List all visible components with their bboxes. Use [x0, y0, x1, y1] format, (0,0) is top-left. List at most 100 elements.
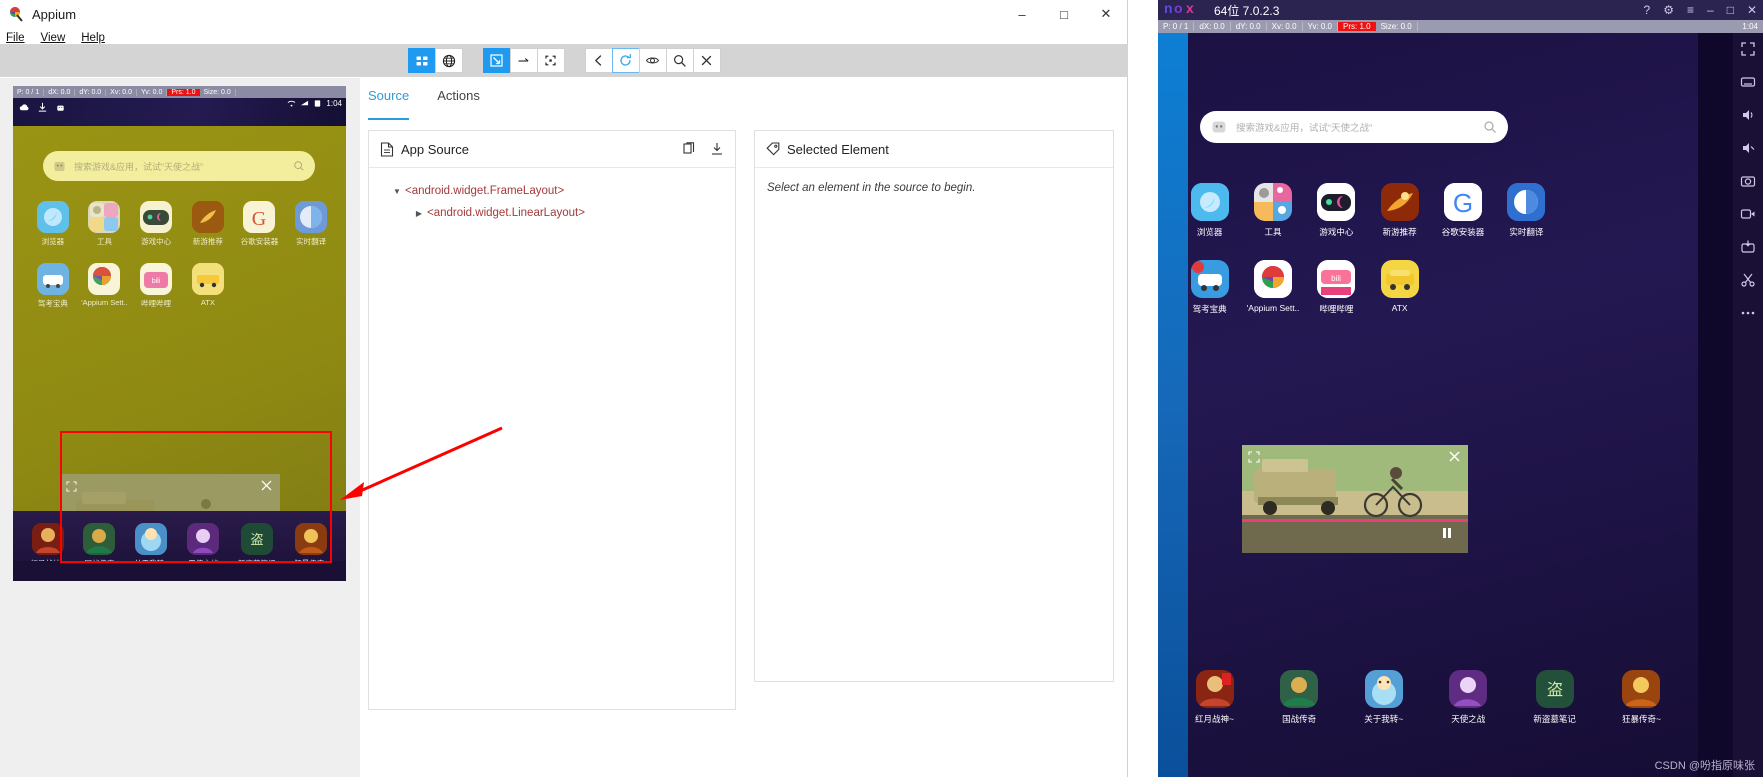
tab-actions[interactable]: Actions	[437, 88, 480, 120]
source-tree-node-framelayout[interactable]: ▼ <android.widget.FrameLayout>	[379, 180, 725, 202]
nox-app-browser[interactable]: 浏览器	[1178, 183, 1241, 238]
game-hongyue-icon	[1195, 670, 1234, 708]
menu-help-label: Help	[81, 32, 105, 44]
nox-dock-app-tomb[interactable]: 盗 新盗墓笔记	[1533, 670, 1576, 725]
nox-app-translate[interactable]: 实时翻译	[1495, 183, 1558, 238]
nox-stat-yv: Yv: 0.0	[1303, 22, 1339, 31]
fullscreen-icon[interactable]	[1738, 39, 1758, 59]
volume-down-icon[interactable]	[1738, 138, 1758, 158]
android-home-screen[interactable]: 搜索游戏&应用，试试“天使之战” 浏览器 工具 游戏中心 新游推荐 G 谷歌安装…	[13, 126, 346, 581]
nox-android-screen[interactable]: 搜索游戏&应用，试试“天使之战” 浏览器 工具 游戏中心 新游推荐 G 谷歌安装…	[1158, 33, 1698, 777]
nox-app-driving-test[interactable]: 驾考宝典	[1178, 260, 1241, 315]
menu-help[interactable]: Help	[81, 32, 105, 44]
toolbar-refresh-source[interactable]	[611, 48, 640, 73]
mirror-stat-prs: Prs: 1.0	[167, 88, 200, 96]
nox-dock-app-hongyue[interactable]: 红月战神~	[1195, 670, 1234, 725]
close-x-icon[interactable]	[260, 479, 273, 497]
play-icon[interactable]	[1440, 526, 1454, 545]
minimize-button[interactable]: –	[1001, 0, 1043, 28]
record-icon[interactable]	[1738, 204, 1758, 224]
nox-video-ad[interactable]	[1242, 445, 1468, 553]
android-app-appium-settings[interactable]: 'Appium Sett..	[79, 263, 131, 309]
nox-app-appium-settings[interactable]: 'Appium Sett..	[1241, 260, 1304, 315]
keyboard-icon[interactable]	[1738, 72, 1758, 92]
toolbar-start-recording[interactable]	[638, 48, 667, 73]
nox-title-controls: ? ⚙ ≡ – □ ✕	[1644, 3, 1757, 17]
toolbar-tap-coordinates[interactable]	[536, 48, 565, 73]
menu-view[interactable]: View	[41, 32, 66, 44]
scissors-icon[interactable]	[1738, 270, 1758, 290]
toolbar-select-element[interactable]	[482, 48, 511, 73]
expand-icon[interactable]	[66, 479, 77, 497]
toolbar-layout-grid[interactable]	[407, 48, 436, 73]
nox-app-new-games[interactable]: 新游推荐	[1368, 183, 1431, 238]
nox-app-google-installer[interactable]: G 谷歌安装器	[1431, 183, 1494, 238]
app-label: 工具	[96, 237, 112, 246]
svg-text:bili: bili	[152, 278, 161, 285]
translate-icon	[295, 201, 328, 233]
android-app-new-games[interactable]: 新游推荐	[182, 201, 234, 247]
menu-file[interactable]: File	[6, 32, 25, 44]
android-app-bilibili[interactable]: bili 哔哩哔哩	[130, 263, 182, 309]
nox-minimize-icon[interactable]: –	[1707, 3, 1714, 17]
toolbar-search-element[interactable]	[665, 48, 694, 73]
app-label: 驾考宝典	[1192, 304, 1227, 314]
android-app-translate[interactable]: 实时翻译	[285, 201, 337, 247]
nox-search-bar[interactable]: 搜索游戏&应用，试试“天使之战”	[1200, 111, 1508, 143]
android-status-bar: 1:04	[13, 98, 346, 126]
android-app-tools[interactable]: 工具	[79, 201, 131, 247]
install-apk-icon[interactable]	[1738, 237, 1758, 257]
game-angel-icon	[187, 523, 220, 555]
android-search-bar[interactable]: 搜索游戏&应用，试试“天使之战”	[43, 151, 315, 181]
copy-source-button[interactable]	[682, 142, 696, 156]
android-app-atx[interactable]: ATX	[182, 263, 234, 309]
device-screen[interactable]: P: 0 / 1 dX: 0.0 dY: 0.0 Xv: 0.0 Yv: 0.0…	[13, 86, 346, 707]
download-source-button[interactable]	[710, 142, 724, 156]
swipe-arrow-icon	[518, 58, 529, 62]
tools-folder-icon	[88, 201, 121, 233]
nox-dock-app-angel[interactable]: 天使之战	[1449, 670, 1488, 725]
android-app-game-center[interactable]: 游戏中心	[130, 201, 182, 247]
inspector-panels: App Source ▼ <android.widget.FrameLayout…	[368, 130, 1128, 770]
nox-app-game-center[interactable]: 游戏中心	[1305, 183, 1368, 238]
chevron-right-icon[interactable]: ▶	[411, 209, 427, 218]
screenshot-icon[interactable]	[1738, 171, 1758, 191]
tab-source[interactable]: Source	[368, 88, 410, 120]
toolbar-swipe[interactable]	[509, 48, 538, 73]
close-button[interactable]: ✕	[1085, 0, 1127, 28]
close-x-icon[interactable]	[1448, 450, 1461, 468]
search-glass-icon[interactable]	[1483, 120, 1497, 134]
game-kuangbao-icon	[295, 523, 328, 555]
toolbar-quit-session[interactable]	[692, 48, 721, 73]
nox-dock-app-slime[interactable]: 关于我转~	[1364, 670, 1403, 725]
menu-icon[interactable]: ≡	[1687, 3, 1694, 17]
nox-app-bilibili[interactable]: bili 哔哩哔哩	[1305, 260, 1368, 315]
nox-app-atx[interactable]: ATX	[1368, 260, 1431, 315]
maximize-button[interactable]: □	[1043, 0, 1085, 28]
source-tree-node-linearlayout[interactable]: ▶ <android.widget.LinearLayout>	[379, 202, 725, 224]
toolbar-web-context[interactable]	[434, 48, 463, 73]
android-app-browser[interactable]: 浏览器	[27, 201, 79, 247]
toolbar-back[interactable]	[584, 48, 613, 73]
nox-close-icon[interactable]: ✕	[1747, 3, 1757, 17]
selected-element-panel: Selected Element Select an element in th…	[754, 130, 1114, 682]
app-label: 谷歌安装器	[240, 237, 279, 246]
svg-text:G: G	[252, 208, 266, 230]
nox-app-tools[interactable]: 工具	[1241, 183, 1304, 238]
gear-icon[interactable]: ⚙	[1663, 3, 1674, 17]
android-app-google-installer[interactable]: G 谷歌安装器	[234, 201, 286, 247]
android-app-driving-test[interactable]: 驾考宝典	[27, 263, 79, 309]
grid-layout-icon	[416, 56, 427, 65]
nox-dock-app-kuangbao[interactable]: 狂暴传奇~	[1622, 670, 1661, 725]
driving-test-icon	[36, 263, 69, 295]
nox-dock-app-guozhan[interactable]: 国战传奇	[1280, 670, 1319, 725]
expand-icon[interactable]	[1248, 450, 1260, 468]
svg-text:o: o	[1174, 1, 1184, 16]
app-label: 实时翻译	[296, 237, 327, 246]
nox-maximize-icon[interactable]: □	[1727, 3, 1734, 17]
help-icon[interactable]: ?	[1644, 3, 1651, 17]
volume-up-icon[interactable]	[1738, 105, 1758, 125]
chevron-down-icon[interactable]: ▼	[389, 187, 405, 196]
more-icon[interactable]	[1738, 303, 1758, 323]
app-label: ATX	[200, 298, 215, 307]
